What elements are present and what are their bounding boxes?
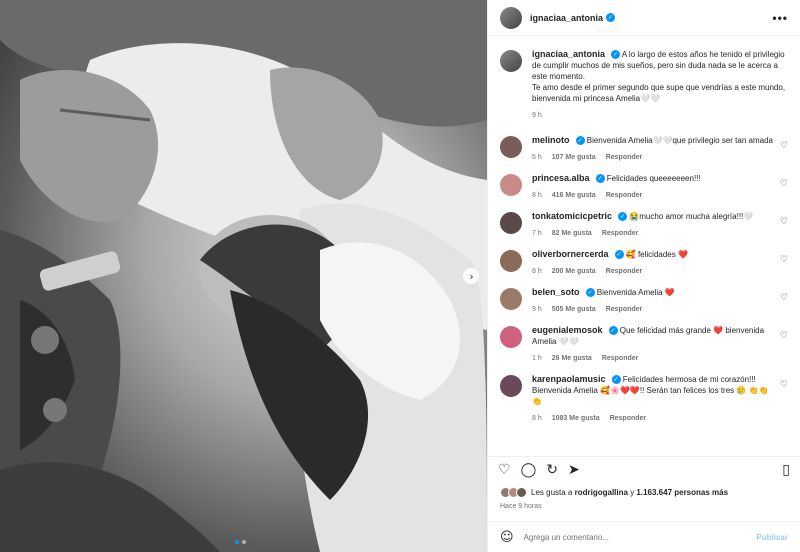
comment-item: melinoto ✓ Bienvenida Amelia🤍🤍que privile… — [500, 135, 788, 163]
reply-button[interactable]: Responder — [606, 304, 643, 315]
avatar[interactable] — [500, 288, 522, 310]
comment-username[interactable]: belen_soto — [532, 287, 580, 297]
caption-text-2: Te amo desde el primer segundo que supe … — [532, 83, 786, 103]
heart-icon[interactable]: ♡ — [780, 217, 788, 227]
avatar[interactable] — [500, 174, 522, 196]
post-image: › — [0, 0, 487, 552]
likes-count[interactable]: 1.163.647 personas más — [636, 488, 728, 497]
comment-icon[interactable]: ◯ — [521, 463, 537, 477]
avatar[interactable] — [500, 326, 522, 348]
comment-text: Bienvenida Amelia ❤️ — [596, 288, 675, 297]
comment-text: 🥰 felicidades ❤️ — [625, 250, 688, 259]
post-time-ago: Hace 9 horas — [500, 503, 542, 510]
comment-text: Felicidades queeeeeeen!!! — [606, 174, 701, 183]
heart-icon[interactable]: ♡ — [780, 179, 788, 189]
reply-button[interactable]: Responder — [610, 413, 647, 424]
comment-time: 8 h — [532, 192, 542, 199]
heart-icon[interactable]: ♡ — [780, 141, 788, 151]
comment-likes[interactable]: 200 Me gusta — [552, 266, 596, 277]
comment-item: eugenialemosok ✓ Que felicidad más grande… — [500, 325, 788, 364]
comment-time: 9 h — [532, 306, 542, 313]
more-options-icon[interactable]: ••• — [772, 11, 788, 25]
next-image-button[interactable]: › — [463, 268, 479, 284]
comment-username[interactable]: melinoto — [532, 135, 570, 145]
comment-likes[interactable]: 107 Me gusta — [552, 152, 596, 163]
heart-icon[interactable]: ♡ — [780, 293, 788, 303]
verified-badge-icon: ✓ — [595, 174, 605, 184]
verified-badge-icon: ✓ — [611, 375, 621, 385]
comment-likes[interactable]: 416 Me gusta — [552, 190, 596, 201]
caption-time: 9 h — [532, 112, 542, 119]
heart-icon[interactable]: ♡ — [780, 255, 788, 265]
caption: ignaciaa_antonia ✓ A lo largo de estos añ… — [500, 49, 788, 121]
bookmark-icon[interactable]: ▯ — [782, 463, 790, 477]
comment-time: 8 h — [532, 415, 542, 422]
comment-item: belen_soto ✓ Bienvenida Amelia ❤️ 9 h 505… — [500, 287, 788, 315]
reply-button[interactable]: Responder — [602, 353, 639, 364]
comment-likes[interactable]: 1083 Me gusta — [552, 413, 600, 424]
avatar[interactable] — [500, 6, 522, 29]
post-author-username[interactable]: ignaciaa_antonia — [530, 13, 603, 23]
comment-item: karenpaolamusic ✓ Felicidades hermosa de … — [500, 374, 788, 424]
verified-badge-icon: ✓ — [575, 136, 585, 146]
comment-item: tonkatomicicpetric ✓ 😭mucho amor mucha al… — [500, 211, 788, 239]
verified-badge-icon: ✓ — [611, 50, 621, 60]
comment-username[interactable]: princesa.alba — [532, 173, 590, 183]
likes-prefix: Les gusta a — [531, 488, 573, 497]
likes-user[interactable]: rodrigogallina — [575, 488, 628, 497]
comment-time: 1 h — [532, 355, 542, 362]
comment-item: princesa.alba ✓ Felicidades queeeeeeen!!!… — [500, 173, 788, 201]
comment-text: Bienvenida Amelia🤍🤍que privilegio ser ta… — [586, 136, 773, 145]
comment-username[interactable]: oliverbornercerda — [532, 249, 609, 259]
comments-list: ignaciaa_antonia ✓ A lo largo de estos añ… — [488, 37, 800, 453]
chevron-right-icon: › — [469, 269, 474, 283]
reply-button[interactable]: Responder — [606, 266, 643, 277]
comment-input[interactable]: Agrega un comentario... — [524, 533, 757, 542]
avatar[interactable] — [500, 375, 522, 397]
reply-button[interactable]: Responder — [602, 228, 639, 239]
avatar[interactable] — [500, 136, 522, 158]
comment-time: 5 h — [532, 154, 542, 161]
refresh-icon[interactable]: ↻ — [546, 463, 558, 477]
verified-badge-icon: ✓ — [614, 250, 624, 260]
comment-likes[interactable]: 26 Me gusta — [552, 353, 592, 364]
heart-icon[interactable]: ♡ — [780, 331, 788, 341]
comment-likes[interactable]: 82 Me gusta — [552, 228, 592, 239]
reply-button[interactable]: Responder — [606, 190, 643, 201]
heart-icon[interactable]: ♡ — [780, 380, 788, 390]
carousel-dot-active — [235, 540, 239, 544]
verified-badge-icon: ✓ — [585, 288, 595, 298]
comment-time: 8 h — [532, 268, 542, 275]
avatar[interactable] — [500, 250, 522, 272]
reply-button[interactable]: Responder — [606, 152, 643, 163]
post-sidebar: ignaciaa_antonia ✓ ••• ignaciaa_antonia ✓… — [487, 0, 800, 552]
likes-connector: y — [630, 488, 635, 497]
verified-badge-icon: ✓ — [618, 212, 628, 222]
post-header: ignaciaa_antonia ✓ ••• — [488, 0, 800, 36]
emoji-icon[interactable]: ☺ — [500, 530, 514, 545]
comment-time: 7 h — [532, 230, 542, 237]
likes-summary: Les gusta a rodrigogallina y 1.163.647 p… — [500, 487, 788, 498]
comment-text: 😭mucho amor mucha alegría!!!🤍 — [629, 212, 754, 221]
verified-badge-icon: ✓ — [608, 326, 618, 336]
carousel-dot — [242, 540, 246, 544]
verified-badge-icon: ✓ — [606, 13, 616, 22]
carousel-indicator — [235, 540, 246, 544]
avatar — [516, 487, 527, 498]
comment-username[interactable]: eugenialemosok — [532, 325, 603, 335]
caption-username[interactable]: ignaciaa_antonia — [532, 49, 605, 59]
publish-button[interactable]: Publicar — [756, 533, 788, 542]
photo-illustration — [0, 0, 487, 552]
share-icon[interactable]: ➤ — [568, 463, 580, 477]
add-comment-bar: ☺ Agrega un comentario... Publicar — [488, 521, 800, 552]
action-bar: ♡ ◯ ↻ ➤ ▯ — [488, 456, 800, 482]
comment-username[interactable]: tonkatomicicpetric — [532, 211, 612, 221]
comment-username[interactable]: karenpaolamusic — [532, 374, 606, 384]
comment-item: oliverbornercerda ✓ 🥰 felicidades ❤️ 8 h … — [500, 249, 788, 277]
comment-likes[interactable]: 505 Me gusta — [552, 304, 596, 315]
avatar[interactable] — [500, 50, 522, 72]
avatar[interactable] — [500, 212, 522, 234]
heart-icon[interactable]: ♡ — [498, 463, 511, 477]
